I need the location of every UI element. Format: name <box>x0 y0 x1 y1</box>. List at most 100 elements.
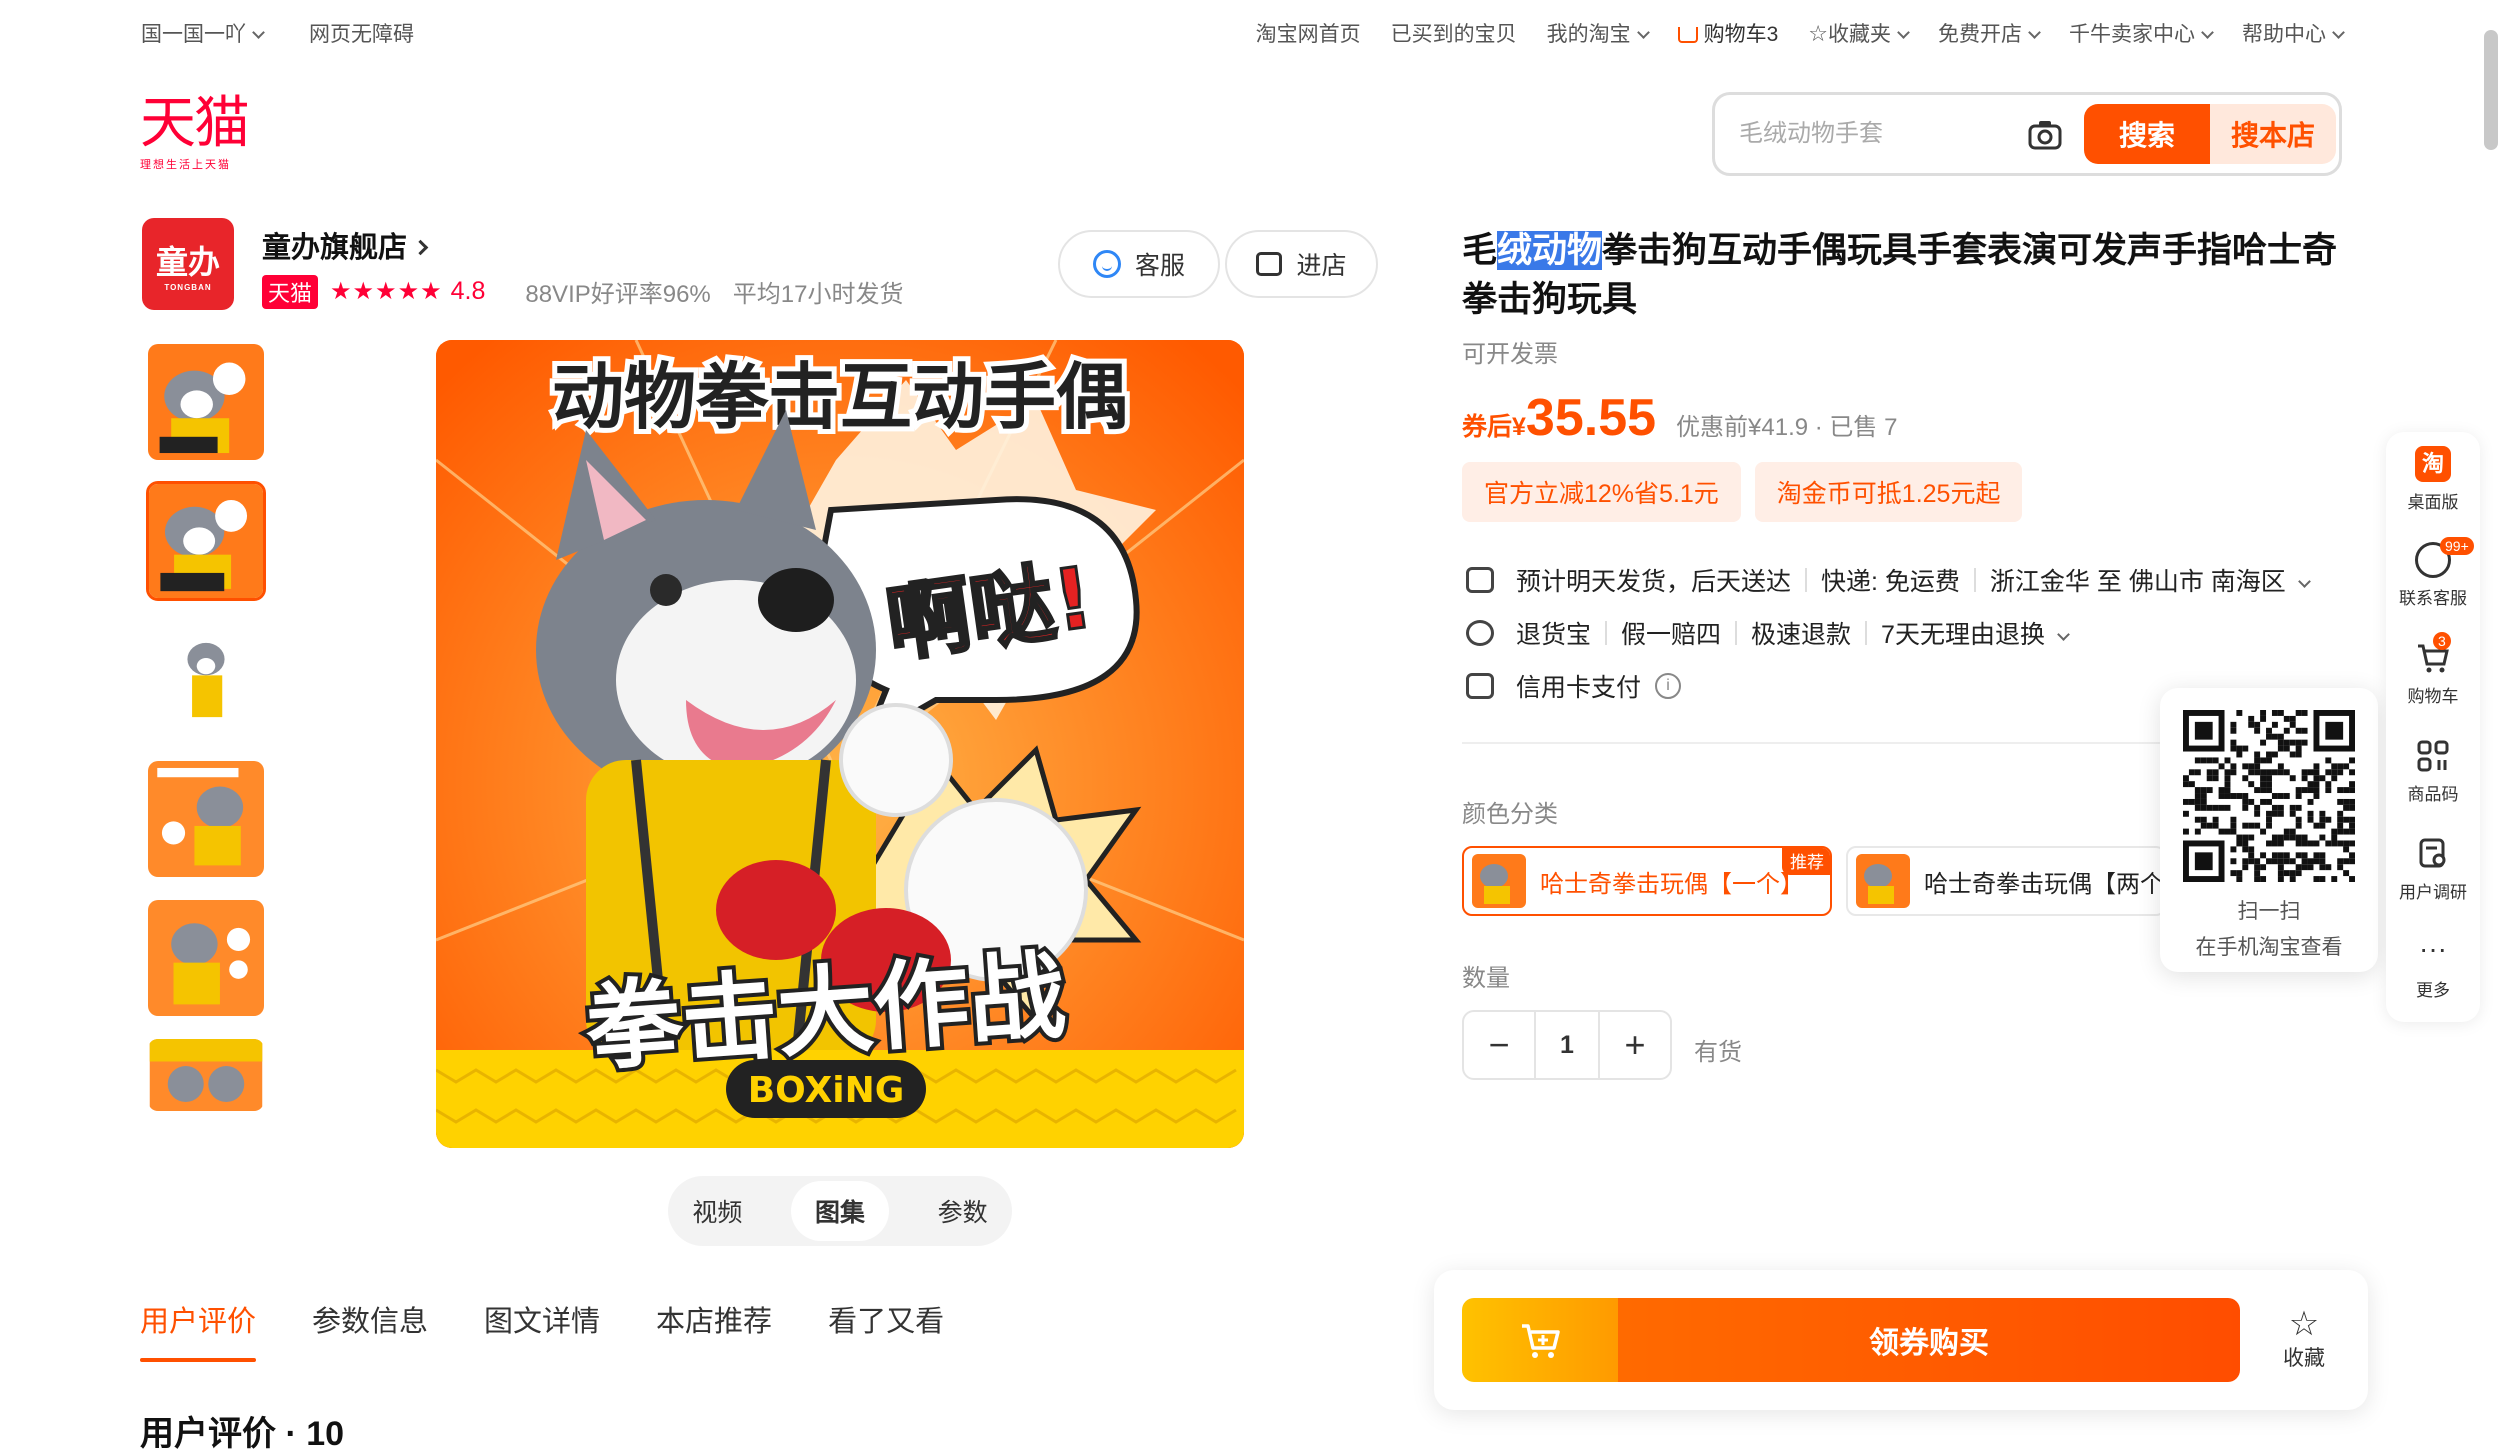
quantity-label: 数量 <box>1462 965 1510 992</box>
tmall-logo[interactable]: 天猫 理想生活上天猫 <box>140 96 260 174</box>
favorite-label: 收藏 <box>2283 1347 2325 1370</box>
tab-details[interactable]: 图文详情 <box>484 1298 600 1340</box>
logo-slogan: 理想生活上天猫 <box>140 159 231 171</box>
image-headline: 动物拳击互动手偶 <box>552 355 1128 439</box>
good-rate: 88VIP好评率96% <box>525 281 711 308</box>
buy-now-button[interactable]: 领券购买 <box>1618 1298 2240 1382</box>
thumbnail[interactable] <box>146 1037 266 1113</box>
survey-icon <box>2415 836 2451 872</box>
sku-thumbnail <box>1472 854 1526 908</box>
sidebar-qrcode[interactable]: 商品码 <box>2386 738 2480 805</box>
main-product-image[interactable]: 啊哒! 动物拳击互动手偶 拳击大作战 BOXiNG <box>436 340 1244 1148</box>
invoice-note: 可开发票 <box>1462 341 1558 368</box>
coupon-list: 官方立减12%省5.1元 淘金币可抵1.25元起 <box>1462 462 2023 522</box>
ship-time: 平均17小时发货 <box>732 281 904 308</box>
sidebar-survey[interactable]: 用户调研 <box>2386 836 2480 903</box>
top-nav: 国一国一吖 网页无障碍 淘宝网首页 已买到的宝贝 我的淘宝 购物车3 ☆收藏夹 … <box>0 0 2508 62</box>
bought-items-link[interactable]: 已买到的宝贝 <box>1391 18 1517 48</box>
shop-logo-sub: TONGBAN <box>164 282 212 292</box>
sku-option[interactable]: 哈士奇拳击玩偶【两个 <box>1846 846 2166 916</box>
accessibility-link[interactable]: 网页无障碍 <box>309 18 414 48</box>
selected-text: 绒动物 <box>1497 231 1603 270</box>
shop-rating: 4.8 <box>450 277 486 305</box>
delivery-estimate: 预计明天发货，后天送达 <box>1516 568 1792 596</box>
thumbnail-list <box>146 342 270 1132</box>
seller-center-menu[interactable]: 千牛卖家中心 <box>2069 18 2214 48</box>
customer-service-button[interactable]: 客服 <box>1058 230 1220 298</box>
shop-meta: 天猫 ★★★★★ 4.8 88VIP好评率96% 平均17小时发货 <box>262 274 903 309</box>
thumbnail[interactable] <box>146 481 266 601</box>
original-price: 优惠前¥41.9 · 已售 7 <box>1676 414 1898 441</box>
taobao-home-link[interactable]: 淘宝网首页 <box>1256 18 1361 48</box>
qr-line1: 扫一扫 <box>2237 900 2301 923</box>
price-prefix: 券后¥ <box>1462 413 1526 441</box>
thumbnail[interactable] <box>146 898 266 1018</box>
tab-shop-recommend[interactable]: 本店推荐 <box>656 1298 772 1340</box>
sku-option[interactable]: 哈士奇拳击玩偶【一个】 推荐 <box>1462 846 1832 916</box>
tab-gallery[interactable]: 图集 <box>790 1181 889 1241</box>
my-taobao-menu[interactable]: 我的淘宝 <box>1547 18 1650 48</box>
tab-parameters[interactable]: 参数信息 <box>312 1298 428 1340</box>
thumbnail[interactable] <box>146 620 266 740</box>
info-icon[interactable]: i <box>1655 673 1682 699</box>
favorite-button[interactable]: ☆ 收藏 <box>2264 1306 2344 1372</box>
right-sidebar: 淘 桌面版 99+ 联系客服 3 购物车 商品码 用户调研 ··· 更多 <box>2386 432 2480 1022</box>
qr-line2: 在手机淘宝查看 <box>2195 936 2343 959</box>
tab-params[interactable]: 参数 <box>938 1193 988 1229</box>
thumbnail[interactable] <box>146 342 266 462</box>
chevron-right-icon <box>412 239 429 256</box>
user-menu[interactable]: 国一国一吖 <box>141 18 265 48</box>
search-shop-button[interactable]: 搜本店 <box>2210 104 2336 164</box>
chevron-down-icon <box>2057 628 2070 641</box>
shop-name[interactable]: 童办旗舰店 <box>262 224 429 266</box>
chevron-down-icon <box>2201 26 2214 39</box>
sidebar-service[interactable]: 99+ 联系客服 <box>2386 537 2480 609</box>
qr-code <box>2183 710 2355 882</box>
favorites-menu[interactable]: ☆收藏夹 <box>1808 18 1910 48</box>
tab-reviews[interactable]: 用户评价 <box>140 1298 257 1362</box>
buy-bar: 领券购买 ☆ 收藏 <box>1434 1270 2368 1410</box>
search-button[interactable]: 搜索 <box>2084 104 2210 164</box>
add-to-cart-button[interactable] <box>1462 1298 1618 1382</box>
service-icon <box>1092 250 1121 278</box>
decrement-button[interactable]: − <box>1464 1012 1534 1078</box>
quantity-value[interactable]: 1 <box>1534 1012 1600 1078</box>
chevron-down-icon <box>1636 26 1650 39</box>
sidebar-more[interactable]: ··· 更多 <box>2386 934 2480 1001</box>
recommend-badge: 推荐 <box>1782 848 1830 875</box>
image-tabs: 视频 图集 参数 <box>668 1176 1012 1246</box>
shipping-route[interactable]: 浙江金华 至 佛山市 南海区 <box>1990 562 2311 598</box>
search-input[interactable] <box>1739 113 2009 155</box>
scrollbar-thumb[interactable] <box>2484 30 2498 150</box>
cart-icon <box>1677 27 1698 43</box>
reviews-heading: 用户评价 · 10 <box>140 1415 345 1451</box>
tab-also-viewed[interactable]: 看了又看 <box>828 1298 944 1340</box>
shop-logo[interactable]: 童办 TONGBAN <box>142 218 234 310</box>
product-title: 毛绒动物拳击狗互动手偶玩具手套表演可发声手指哈士奇拳击狗玩具 <box>1462 231 2338 319</box>
cart-link[interactable]: 购物车3 <box>1677 18 1778 48</box>
star-icon: ☆ <box>1808 21 1828 46</box>
coupon-badge[interactable]: 淘金币可抵1.25元起 <box>1754 462 2023 522</box>
camera-icon[interactable] <box>2025 115 2065 155</box>
return-policy[interactable]: 7天无理由退换 <box>1881 615 2070 651</box>
sidebar-cart[interactable]: 3 购物车 <box>2386 632 2480 707</box>
color-label: 颜色分类 <box>1462 801 1558 828</box>
star-icon: ☆ <box>2288 1305 2320 1343</box>
shop-logo-text: 童办 <box>155 243 220 280</box>
shipping-fee: 快递: 免运费 <box>1821 568 1960 596</box>
increment-button[interactable]: + <box>1600 1012 1670 1078</box>
quantity-stepper: − 1 + <box>1462 1010 1672 1080</box>
open-shop-menu[interactable]: 免费开店 <box>1938 18 2041 48</box>
sidebar-desktop[interactable]: 淘 桌面版 <box>2386 446 2480 513</box>
tab-video[interactable]: 视频 <box>692 1193 742 1229</box>
thumbnail[interactable] <box>146 759 266 879</box>
detail-tabs: 用户评价 参数信息 图文详情 本店推荐 看了又看 <box>140 1298 944 1362</box>
coupon-badge[interactable]: 官方立减12%省5.1元 <box>1462 462 1741 522</box>
help-center-menu[interactable]: 帮助中心 <box>2242 18 2345 48</box>
store-icon <box>1256 252 1283 276</box>
enter-shop-button[interactable]: 进店 <box>1225 230 1378 298</box>
price-row: 券后¥ 35.55 优惠前¥41.9 · 已售 7 <box>1462 388 1897 448</box>
qr-popup: 扫一扫 在手机淘宝查看 <box>2160 688 2378 972</box>
cart-icon: 3 <box>2415 632 2451 676</box>
username: 国一国一吖 <box>141 23 246 46</box>
